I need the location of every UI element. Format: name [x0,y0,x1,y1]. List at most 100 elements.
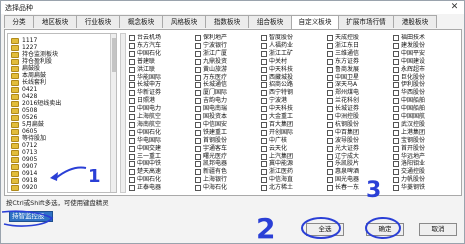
checkbox[interactable] [393,129,399,136]
checkbox[interactable] [261,177,267,184]
tab-9[interactable]: 港股板块 [393,15,437,28]
checkbox[interactable] [327,169,333,176]
checkbox[interactable] [129,82,135,89]
checkbox[interactable] [195,185,201,192]
checkbox[interactable] [195,58,201,65]
stock-item[interactable]: 波导股份 [327,137,359,145]
stock-item[interactable]: 中国电力 [129,105,161,113]
stock-item[interactable]: 中国石化 [129,176,161,184]
stock-item[interactable]: 宁波港 [261,97,287,105]
stock-item[interactable]: 人福药业 [261,42,293,50]
stock-item[interactable]: 铁建重工 [195,129,227,137]
checkbox[interactable] [393,42,399,49]
cancel-button[interactable]: 取消 [419,223,457,236]
checkbox[interactable] [327,58,333,65]
checkbox[interactable] [129,106,135,113]
stock-item[interactable]: 中广核 [261,137,287,145]
stock-item[interactable]: 杭钢股份 [327,121,359,129]
checkbox[interactable] [327,153,333,160]
stock-item[interactable]: 中关村 [261,58,287,66]
checkbox[interactable] [195,137,201,144]
stock-item[interactable]: 天成控股 [327,34,359,42]
stock-item[interactable]: 九鼎投资 [195,58,227,66]
checkbox[interactable] [195,106,201,113]
stock-item[interactable]: 中天科技 [261,105,293,113]
checkbox[interactable] [393,153,399,160]
checkbox[interactable] [195,129,201,136]
checkbox[interactable] [393,74,399,81]
checkbox[interactable] [129,153,135,160]
checkbox[interactable] [327,98,333,105]
stock-item[interactable]: 永辉超市 [393,66,425,74]
checkbox[interactable] [129,145,135,152]
stock-item[interactable]: 吉韵电力 [195,97,227,105]
tab-5[interactable]: 指数板块 [205,15,249,28]
checkbox[interactable] [195,114,201,120]
checkbox[interactable] [393,161,399,168]
checkbox[interactable] [195,66,201,73]
checkbox[interactable] [129,161,135,168]
checkbox[interactable] [261,121,267,128]
checkbox[interactable] [393,98,399,105]
stock-item[interactable]: 华电国际 [129,137,161,145]
tab-0[interactable]: 分类 [4,15,34,28]
stock-item[interactable]: 大金重工 [261,113,293,121]
checkbox[interactable] [195,42,201,49]
stock-item[interactable]: 洪江联 [129,66,155,74]
stock-item[interactable]: 中国国航 [393,113,425,121]
checkbox[interactable] [129,74,135,81]
checkbox[interactable] [327,185,333,192]
stock-item[interactable]: 中天科技 [261,66,293,74]
stock-item[interactable]: 建发股份 [393,42,425,50]
stock-item[interactable]: 智度股份 [261,34,293,42]
tree-scroll-thumb[interactable] [112,38,116,72]
tab-3[interactable]: 概念板块 [119,15,163,28]
stock-item[interactable]: 上海航空 [129,113,161,121]
checkbox[interactable] [195,50,201,57]
checkbox[interactable] [393,137,399,144]
checkbox[interactable] [393,66,399,73]
checkbox[interactable] [129,129,135,136]
stock-item[interactable]: 保利地产 [195,34,227,42]
checkbox[interactable] [129,42,135,49]
close-button[interactable]: ✕ [449,2,460,13]
stock-item[interactable]: 宁波银行 [195,42,227,50]
checkbox[interactable] [327,177,333,184]
checkbox[interactable] [327,82,333,89]
checkbox[interactable] [261,169,267,176]
checkbox[interactable] [327,42,333,49]
grid-scrollbar[interactable] [120,33,126,193]
stock-item[interactable]: 首开股份 [393,145,425,153]
checkbox[interactable] [129,169,135,176]
checkbox[interactable] [195,74,201,81]
checkbox[interactable] [129,35,135,41]
stock-item[interactable]: 中国交建 [129,145,161,153]
checkbox[interactable] [195,153,201,160]
stock-item[interactable]: 中信国安 [195,121,227,129]
checkbox[interactable] [261,66,267,73]
checkbox[interactable] [195,35,201,41]
checkbox[interactable] [195,161,201,168]
stock-item[interactable]: 国光电器 [327,176,359,184]
stock-item[interactable]: 黄山旅游 [195,66,227,74]
stock-item[interactable]: 首钢股份 [195,137,227,145]
checkbox[interactable] [261,74,267,81]
stock-item[interactable]: 中国船舶 [393,105,425,113]
stock-item[interactable]: 浙江工矿 [261,50,293,58]
tab-6[interactable]: 组合板块 [248,15,292,28]
stock-item[interactable]: 鲁商发展 [327,66,359,74]
checkbox[interactable] [393,169,399,176]
checkbox[interactable] [261,42,267,49]
checkbox[interactable] [129,90,135,97]
checkbox[interactable] [327,90,333,97]
checkbox[interactable] [261,98,267,105]
stock-item[interactable]: 浙江广厦 [195,50,227,58]
checkbox[interactable] [327,137,333,144]
checkbox[interactable] [261,90,267,97]
checkbox[interactable] [129,177,135,184]
checkbox[interactable] [261,145,267,152]
checkbox[interactable] [327,161,333,168]
checkbox[interactable] [327,106,333,113]
stock-item[interactable]: 上港集团 [393,129,425,137]
stock-item[interactable]: 长城证券 [327,105,359,113]
